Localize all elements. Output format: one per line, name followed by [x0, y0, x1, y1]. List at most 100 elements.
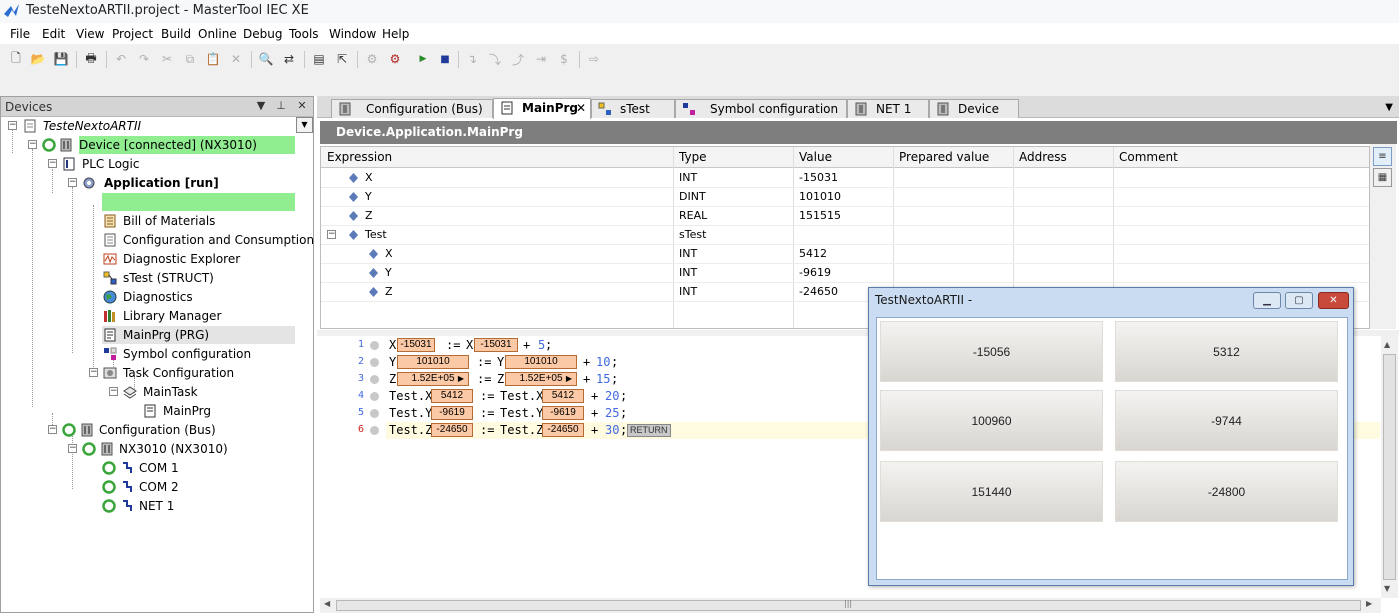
tree-net1[interactable]: NET 1 [1, 497, 301, 516]
open-project-icon[interactable]: 📂 [29, 50, 47, 68]
tree-plc-logic[interactable]: − PLC Logic [1, 155, 301, 174]
scroll-down-icon[interactable]: ▼ [1384, 584, 1390, 593]
stop-icon[interactable]: ■ [436, 50, 454, 68]
tree-configuration-bus[interactable]: − Configuration (Bus) [1, 421, 301, 440]
tree-dropdown-button[interactable]: ▼ [296, 117, 313, 133]
collapse-toggle[interactable]: − [68, 178, 77, 187]
undo-icon[interactable]: ↶ [112, 50, 130, 68]
scroll-left-icon[interactable]: ◀ [324, 599, 330, 608]
collapse-toggle[interactable]: − [327, 230, 336, 239]
table-row[interactable]: Z REAL 151515 [321, 207, 1369, 226]
inline-value[interactable]: -24650 [431, 423, 473, 437]
close-button[interactable]: ✕ [1318, 292, 1349, 309]
menu-window[interactable]: Window [329, 27, 376, 41]
inline-value[interactable]: -15031 [474, 338, 518, 352]
logout-icon[interactable]: ⚙ [386, 50, 404, 68]
menu-view[interactable]: View [76, 27, 104, 41]
tree-mainprg[interactable]: MainPrg (PRG) [1, 326, 301, 345]
inline-value[interactable]: 101010 [505, 355, 577, 369]
close-icon[interactable]: ✕ [295, 99, 309, 112]
print-icon[interactable]: 🖶 [82, 50, 100, 68]
inline-value[interactable]: 1.52E+05 ▶ [397, 372, 469, 386]
start-icon[interactable]: ▶ [414, 50, 432, 68]
tab-configuration-bus[interactable]: Configuration (Bus) [331, 99, 493, 118]
tree-bill-of-materials[interactable]: Bill of Materials [1, 212, 301, 231]
breakpoint-marker[interactable] [370, 392, 379, 401]
tab-stest[interactable]: sTest [591, 99, 675, 118]
cut-icon[interactable]: ✂ [158, 50, 176, 68]
column-header-prepared-value[interactable]: Prepared value [899, 150, 989, 164]
save-icon[interactable]: 💾 [52, 50, 70, 68]
inline-value[interactable]: -15031 [397, 338, 435, 352]
collapse-toggle[interactable]: − [28, 140, 37, 149]
scroll-thumb[interactable] [1383, 354, 1396, 580]
inline-value[interactable]: 1.52E+05 ▶ [505, 372, 577, 386]
show-next-statement-icon[interactable]: ⇨ [585, 50, 603, 68]
inline-value[interactable]: 5412 [542, 389, 584, 403]
copy-icon[interactable]: ⧉ [181, 50, 199, 68]
tree-application[interactable]: − Application [run] [1, 174, 301, 193]
tab-net1[interactable]: NET 1 [847, 99, 929, 118]
menu-file[interactable]: File [10, 27, 30, 41]
paste-icon[interactable]: 📋 [204, 50, 222, 68]
breakpoint-marker[interactable] [370, 426, 379, 435]
tab-symbol-configuration[interactable]: Symbol configuration [675, 99, 847, 118]
table-row[interactable]: Y INT -9619 [321, 264, 1369, 283]
inline-value[interactable]: -9619 [431, 406, 473, 420]
tab-close-icon[interactable]: ✕ [576, 101, 586, 115]
inline-value[interactable]: -24650 [542, 423, 584, 437]
menu-project[interactable]: Project [112, 27, 153, 41]
tree-symbol-configuration[interactable]: Symbol configuration [1, 345, 301, 364]
scroll-right-icon[interactable]: ▶ [1366, 599, 1372, 608]
collapse-toggle[interactable]: − [8, 121, 17, 130]
delete-icon[interactable]: ✕ [227, 50, 245, 68]
tree-task-configuration[interactable]: − Task Configuration [1, 364, 301, 383]
tree-stest-struct[interactable]: sTest (STRUCT) [1, 269, 301, 288]
set-next-statement-icon[interactable]: $ [555, 50, 573, 68]
breakpoint-marker[interactable] [370, 341, 379, 350]
step-into-icon[interactable]: ⤵ [486, 50, 504, 68]
inline-value[interactable]: 5412 [431, 389, 473, 403]
inline-value[interactable]: -9619 [542, 406, 584, 420]
tree-main-task[interactable]: − MainTask [1, 383, 301, 402]
menu-edit[interactable]: Edit [42, 27, 65, 41]
run-to-cursor-icon[interactable]: ⇥ [532, 50, 550, 68]
menu-tools[interactable]: Tools [289, 27, 319, 41]
tab-mainprg[interactable]: MainPrg ✕ [493, 98, 591, 119]
table-row[interactable]: − Test sTest [321, 226, 1369, 245]
tree-library-manager[interactable]: Library Manager [1, 307, 301, 326]
tree-project-root[interactable]: − TesteNextoARTII [1, 117, 301, 136]
tree-diagnostic-explorer[interactable]: Diagnostic Explorer [1, 250, 301, 269]
inline-value[interactable]: 101010 [397, 355, 469, 369]
panel-menu-icon[interactable]: ▼ [254, 99, 268, 112]
export-icon[interactable]: ⇱ [333, 50, 351, 68]
column-header-comment[interactable]: Comment [1119, 150, 1178, 164]
expand-arrow-icon[interactable]: ▶ [458, 373, 464, 385]
breakpoint-marker[interactable] [370, 358, 379, 367]
column-header-address[interactable]: Address [1019, 150, 1067, 164]
menu-help[interactable]: Help [382, 27, 409, 41]
menu-debug[interactable]: Debug [243, 27, 282, 41]
tabular-view-icon[interactable]: ▦ [1373, 168, 1392, 187]
breakpoint-marker[interactable] [370, 375, 379, 384]
tab-device[interactable]: Device [929, 99, 1019, 118]
menu-build[interactable]: Build [161, 27, 191, 41]
menu-online[interactable]: Online [198, 27, 237, 41]
collapse-toggle[interactable]: − [68, 444, 77, 453]
login-icon[interactable]: ⚙ [363, 50, 381, 68]
collapse-toggle[interactable]: − [89, 368, 98, 377]
table-row[interactable]: Y DINT 101010 [321, 188, 1369, 207]
pin-icon[interactable]: ⊥ [274, 99, 288, 112]
expand-arrow-icon[interactable]: ▶ [566, 373, 572, 385]
scroll-up-icon[interactable]: ▲ [1384, 340, 1390, 349]
find-icon[interactable]: 🔍 [257, 50, 275, 68]
code-vertical-scrollbar[interactable]: ▲ ▼ [1381, 336, 1398, 598]
column-header-type[interactable]: Type [679, 150, 707, 164]
breakpoint-marker[interactable] [370, 409, 379, 418]
maximize-button[interactable]: ▢ [1285, 292, 1313, 309]
multiple-windows-icon[interactable]: ▤ [310, 50, 328, 68]
redo-icon[interactable]: ↷ [135, 50, 153, 68]
tab-list-dropdown-icon[interactable]: ▼ [1385, 102, 1393, 113]
column-header-value[interactable]: Value [799, 150, 832, 164]
column-header-expression[interactable]: Expression [327, 150, 392, 164]
